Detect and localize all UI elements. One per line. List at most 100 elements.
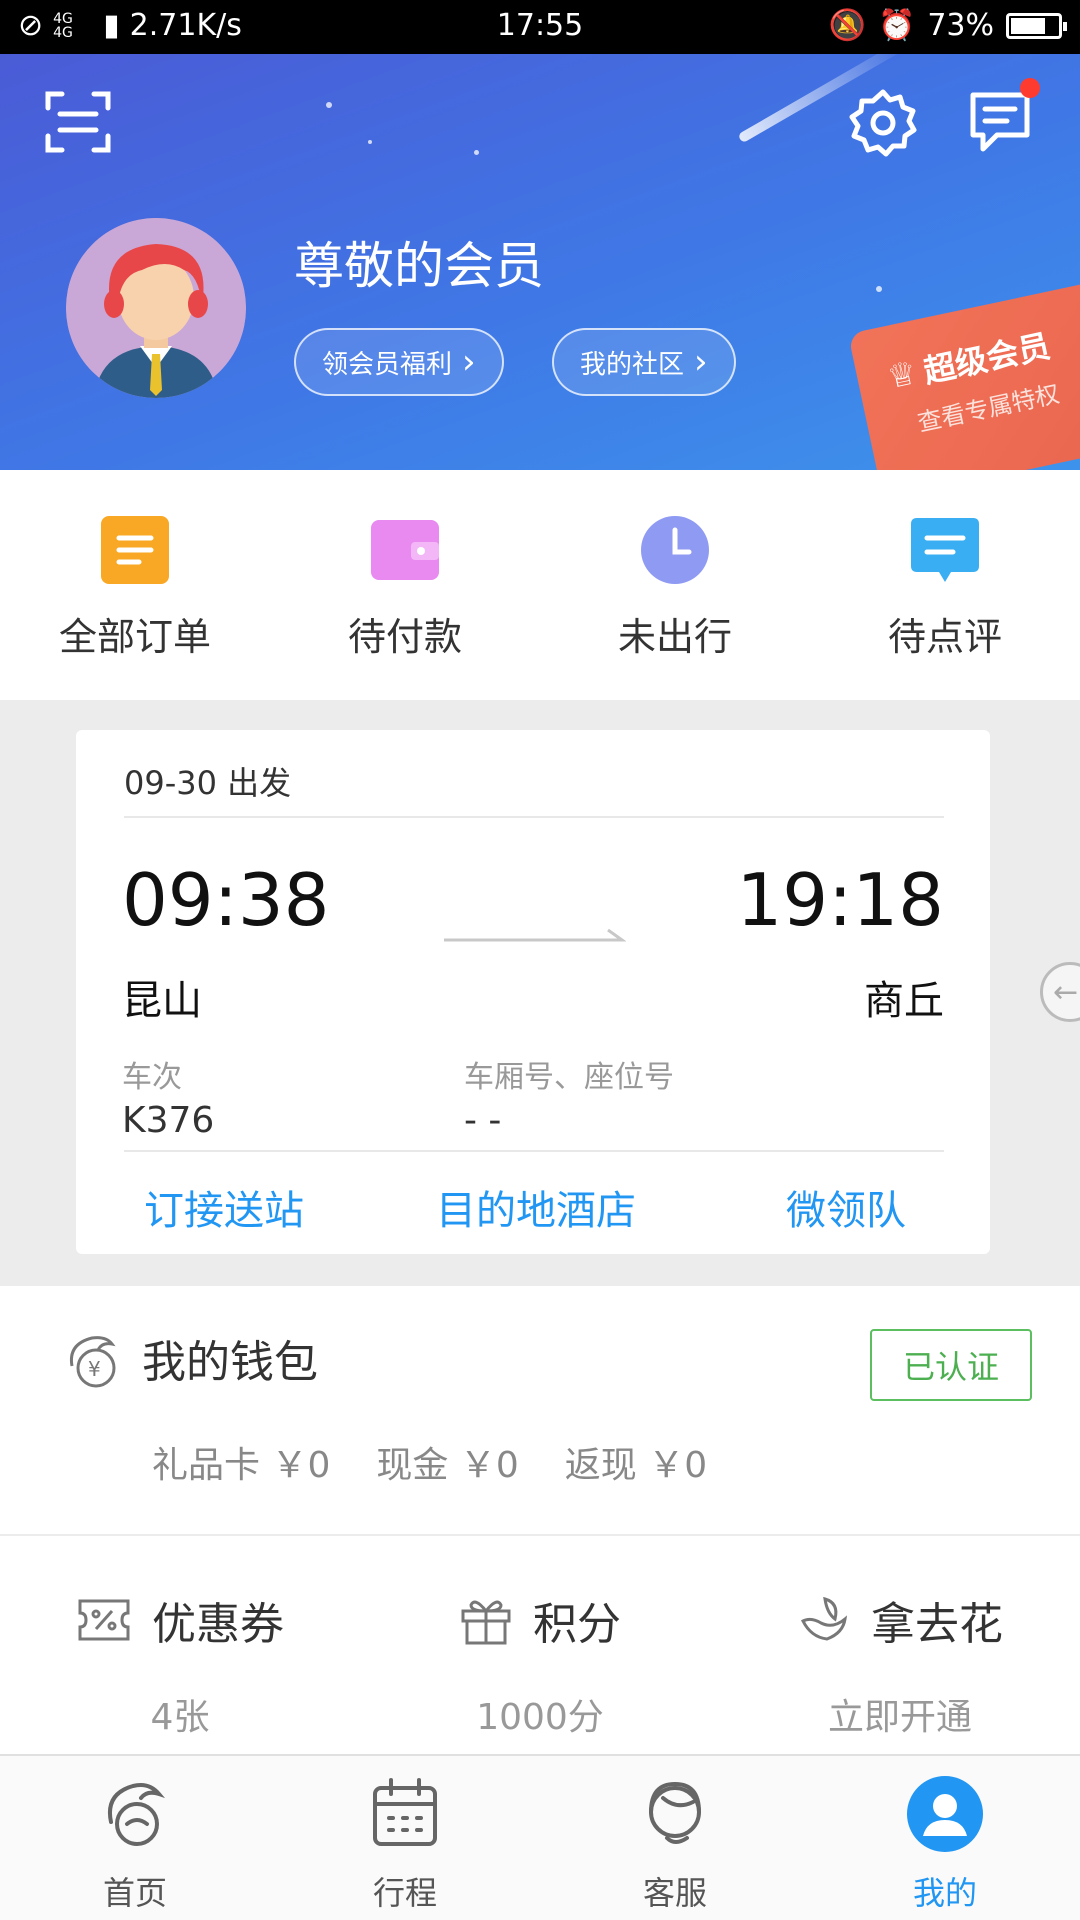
nav-customer-service-label: 客服	[642, 1874, 707, 1912]
trip-card[interactable]: 09-30 出发 09:38 19:18 昆山 商丘 车次 车厢号、座位号 K3…	[76, 730, 990, 1254]
svg-text:¥: ¥	[88, 1357, 101, 1381]
chevron-right-icon: ›	[694, 342, 708, 382]
pending-payment-button[interactable]: 待付款	[270, 470, 540, 700]
nav-mine-label: 我的	[912, 1874, 977, 1912]
divider	[124, 1150, 944, 1152]
order-list-icon	[101, 516, 169, 584]
arrow-left-icon: ←	[1053, 974, 1079, 1010]
star-decoration	[474, 150, 479, 155]
benefits-row: 优惠券 4张 积分 1000分 拿去花 立即开通	[0, 1536, 1080, 1754]
destination-hotel-link[interactable]: 目的地酒店	[436, 1178, 636, 1236]
arrow-right-icon	[444, 928, 626, 942]
departure-city: 昆山	[122, 978, 202, 1024]
gift-card-value: ￥0	[271, 1445, 331, 1486]
unread-badge	[1020, 78, 1040, 98]
cashback-value: ￥0	[648, 1445, 708, 1486]
cash-balance[interactable]: 现金 ￥0	[376, 1436, 518, 1488]
carousel-prev-button[interactable]: ←	[1040, 962, 1080, 1022]
points-label: 积分	[533, 1599, 621, 1650]
seat-label: 车厢号、座位号	[464, 1060, 674, 1095]
clock-icon	[641, 516, 709, 584]
profile-header: 尊敬的会员 领会员福利 › 我的社区 › ♕ 超级会员 查看专属特权	[0, 54, 1080, 470]
all-orders-button[interactable]: 全部订单	[0, 470, 270, 700]
status-right: 🔕 ⏰ 73%	[828, 8, 1067, 43]
trip-date: 09-30 出发	[124, 764, 292, 802]
star-decoration	[876, 286, 882, 292]
battery-icon	[1006, 12, 1067, 39]
cash-value: ￥0	[459, 1445, 519, 1486]
divider	[124, 816, 944, 818]
comment-icon	[911, 518, 979, 582]
bell-muted-icon: 🔕	[828, 8, 866, 43]
naquhua-label: 拿去花	[871, 1599, 1003, 1650]
avatar-illustration-icon	[66, 218, 246, 398]
my-community-label: 我的社区	[580, 349, 685, 380]
arrival-time: 19:18	[736, 858, 945, 942]
wallet-icon	[371, 520, 439, 580]
train-number-label: 车次	[122, 1060, 182, 1095]
naquhua-button[interactable]: 拿去花 立即开通	[720, 1536, 1080, 1754]
vip-badge-icon: ♕	[883, 353, 920, 397]
wallet-dolphin-icon: ¥	[69, 1336, 116, 1388]
cashback-balance[interactable]: 返现 ￥0	[565, 1436, 707, 1488]
flower-icon	[800, 1596, 848, 1641]
home-dolphin-icon	[108, 1783, 166, 1846]
pending-payment-label: 待付款	[347, 615, 462, 659]
station-transfer-link[interactable]: 订接送站	[144, 1178, 304, 1236]
points-header: 积分	[360, 1588, 720, 1652]
arrival-city: 商丘	[864, 978, 944, 1024]
calendar-icon	[373, 1778, 437, 1846]
coupons-value: 4张	[150, 1697, 210, 1738]
message-icon	[970, 92, 1030, 152]
upcoming-trips-button[interactable]: 未出行	[540, 470, 810, 700]
all-orders-label: 全部订单	[58, 615, 211, 659]
star-decoration	[368, 140, 372, 144]
coupons-header: 优惠券	[0, 1588, 360, 1652]
micro-guide-link[interactable]: 微领队	[786, 1178, 906, 1236]
wallet-funds: 礼品卡 ￥0 现金 ￥0 返现 ￥0	[152, 1436, 707, 1488]
gift-card-balance[interactable]: 礼品卡 ￥0	[152, 1436, 330, 1488]
alarm-icon: ⏰	[877, 8, 916, 43]
train-number: K376	[122, 1100, 215, 1141]
nav-home[interactable]: 首页	[0, 1756, 270, 1920]
seat-value: - -	[464, 1100, 502, 1141]
naquhua-value: 立即开通	[827, 1697, 972, 1738]
coupons-button[interactable]: 优惠券 4张	[0, 1536, 360, 1754]
nav-customer-service[interactable]: 客服	[540, 1756, 810, 1920]
bottom-nav: 首页 行程 客服 我的	[0, 1754, 1080, 1920]
status-bar: ⊘ 4G 4G ▮ 2.71K/s 17:55 🔕 ⏰ 73%	[0, 0, 1080, 54]
member-benefits-button[interactable]: 领会员福利 ›	[294, 328, 504, 396]
scan-icon	[45, 91, 111, 153]
cashback-label: 返现	[564, 1445, 637, 1486]
battery-percent: 73%	[927, 8, 994, 43]
my-community-button[interactable]: 我的社区 ›	[552, 328, 736, 396]
upcoming-trips-label: 未出行	[617, 615, 732, 659]
headset-icon	[649, 1781, 701, 1844]
nav-itinerary[interactable]: 行程	[270, 1756, 540, 1920]
order-shortcuts: 全部订单 待付款 未出行 待点评	[0, 470, 1080, 700]
coupon-icon	[78, 1599, 130, 1641]
messages-button[interactable]	[964, 78, 1040, 160]
profile-icon	[907, 1776, 983, 1852]
gear-icon	[849, 89, 917, 157]
points-button[interactable]: 积分 1000分	[360, 1536, 720, 1754]
star-decoration	[326, 102, 332, 108]
super-vip-card[interactable]: ♕ 超级会员 查看专属特权	[848, 273, 1080, 470]
pending-review-label: 待点评	[887, 615, 1002, 659]
nav-home-label: 首页	[102, 1874, 167, 1912]
verified-badge[interactable]: 已认证	[870, 1329, 1032, 1401]
username: 尊敬的会员	[294, 237, 544, 295]
points-value: 1000分	[476, 1697, 604, 1738]
gift-card-label: 礼品卡	[152, 1445, 261, 1486]
nav-itinerary-label: 行程	[372, 1874, 437, 1912]
pending-review-button[interactable]: 待点评	[810, 470, 1080, 700]
avatar[interactable]	[66, 218, 246, 398]
cash-label: 现金	[376, 1445, 449, 1486]
naquhua-header: 拿去花	[720, 1588, 1080, 1652]
settings-button[interactable]	[846, 86, 920, 160]
scan-button[interactable]	[40, 84, 116, 160]
chevron-right-icon: ›	[462, 342, 476, 382]
gift-icon	[461, 1600, 511, 1645]
nav-mine[interactable]: 我的	[810, 1756, 1080, 1920]
wallet-section[interactable]: ¥ 我的钱包 已认证 礼品卡 ￥0 现金 ￥0 返现 ￥0	[0, 1286, 1080, 1534]
